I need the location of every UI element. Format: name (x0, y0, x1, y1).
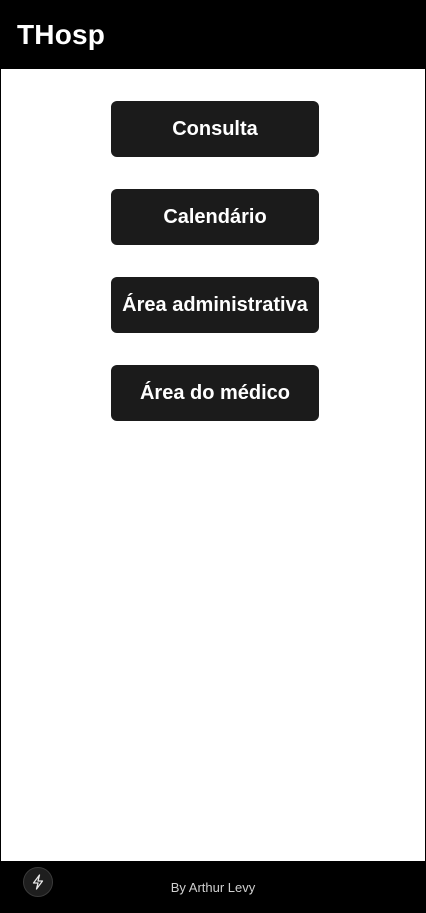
area-do-medico-button[interactable]: Área do médico (111, 365, 319, 421)
app-footer: By Arthur Levy (1, 861, 425, 913)
app-header: THosp (1, 0, 425, 69)
consulta-button[interactable]: Consulta (111, 101, 319, 157)
footer-credit: By Arthur Levy (170, 879, 256, 895)
app-page: THosp Consulta Calendário Área administr… (0, 0, 426, 913)
lightning-bolt-icon (32, 874, 44, 890)
app-title: THosp (17, 18, 106, 50)
calendario-button[interactable]: Calendário (111, 189, 319, 245)
area-administrativa-button[interactable]: Área administrativa (111, 277, 319, 333)
dev-tools-button[interactable] (23, 867, 53, 897)
main-menu: Consulta Calendário Área administrativa … (111, 101, 319, 453)
